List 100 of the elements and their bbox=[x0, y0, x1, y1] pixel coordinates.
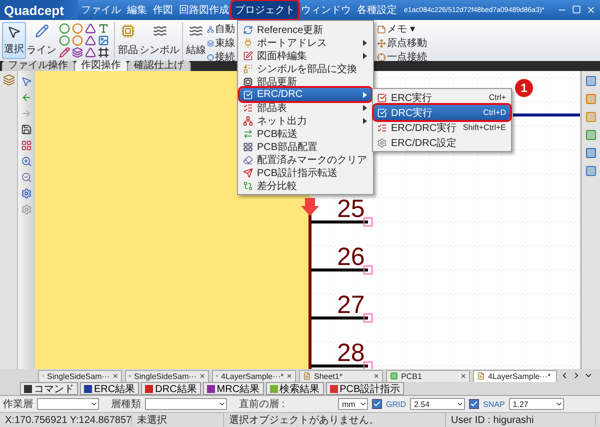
tool-button[interactable]: 選択 bbox=[2, 22, 26, 59]
ribbon-tab[interactable]: 作図操作 bbox=[75, 61, 128, 71]
document-tab[interactable]: 4LayerSample···* × bbox=[212, 370, 296, 382]
tool-button[interactable]: 自動 bbox=[207, 22, 235, 36]
document-tab[interactable]: SingleSideSam··· × bbox=[125, 370, 209, 382]
layers-icon bbox=[207, 40, 214, 46]
field-label: 作業層 bbox=[3, 398, 33, 411]
maximize-icon[interactable] bbox=[572, 5, 581, 14]
zoom-out-icon[interactable] bbox=[21, 172, 32, 183]
menu-item[interactable]: Reference更新 bbox=[240, 23, 371, 36]
caret-icon bbox=[90, 400, 98, 408]
grid-icon[interactable] bbox=[21, 140, 32, 151]
tool-button[interactable]: シンボル bbox=[139, 22, 180, 59]
triangle-icon[interactable] bbox=[85, 22, 96, 34]
menu-item[interactable]: 部品表 bbox=[240, 101, 371, 114]
menu-item[interactable]: ERC実行 Ctrl+ bbox=[374, 90, 510, 105]
layer-dropdown[interactable] bbox=[37, 398, 99, 410]
scroll-left-icon[interactable] bbox=[560, 371, 569, 380]
refresh-icon bbox=[243, 24, 253, 34]
triangle-icon[interactable] bbox=[85, 46, 96, 58]
layer-type-dropdown[interactable] bbox=[145, 398, 227, 410]
settings-icon[interactable] bbox=[21, 204, 32, 215]
pin-line bbox=[311, 266, 372, 274]
pencil-icon[interactable] bbox=[59, 46, 70, 58]
panel-icon[interactable] bbox=[585, 93, 597, 105]
menu-item[interactable]: ERC/DRC bbox=[240, 88, 371, 101]
circle-icon[interactable] bbox=[59, 22, 70, 34]
zoom-in-icon[interactable] bbox=[21, 156, 32, 167]
document-tab[interactable]: Sheet1* × bbox=[299, 370, 383, 382]
document-tab[interactable]: SingleSideSam··· × bbox=[38, 370, 122, 382]
menu-item[interactable]: 差分比較 bbox=[240, 179, 371, 192]
menu-item[interactable]: ウィンドウ bbox=[298, 1, 354, 19]
menu-item[interactable]: PCB転送 bbox=[240, 127, 371, 140]
menu-item[interactable]: 編集 bbox=[124, 1, 150, 19]
menu-item[interactable]: 回路図作成 bbox=[176, 1, 232, 19]
menu-item[interactable]: ポートアドレス bbox=[240, 36, 371, 49]
circle-icon[interactable] bbox=[72, 34, 83, 46]
grid-dropdown[interactable]: 2.54 bbox=[410, 398, 465, 410]
back-arrow-icon[interactable] bbox=[21, 92, 32, 103]
menu-item[interactable]: プロジェクト bbox=[232, 1, 298, 19]
menu-item[interactable]: 配置済みマークのクリア bbox=[240, 153, 371, 166]
settings-icon[interactable] bbox=[21, 188, 32, 199]
tool-button[interactable]: 束線 bbox=[207, 36, 235, 50]
result-tab[interactable]: 検索結果 bbox=[266, 382, 324, 395]
menu-item[interactable]: ファイル bbox=[78, 1, 124, 19]
menu-item[interactable]: 作図 bbox=[150, 1, 176, 19]
result-tab[interactable]: MRC結果 bbox=[202, 382, 264, 395]
frame-icon[interactable] bbox=[98, 46, 109, 58]
menu-item[interactable]: DRC実行 Ctrl+D bbox=[374, 105, 510, 120]
close-button[interactable]: × bbox=[286, 371, 292, 381]
tool-button[interactable]: 原点移動 bbox=[377, 36, 427, 50]
tool-button[interactable]: 一点接続 bbox=[377, 50, 427, 64]
result-tab[interactable]: ERC結果 bbox=[80, 382, 140, 395]
grid-icon bbox=[243, 142, 253, 152]
menu-item[interactable]: ネット出力 bbox=[240, 114, 371, 127]
unit-dropdown[interactable]: mm bbox=[338, 398, 368, 410]
panel-icon[interactable] bbox=[585, 129, 597, 141]
menu-item[interactable]: ERC/DRC設定 bbox=[374, 135, 510, 150]
document-tab[interactable]: PCB1 × bbox=[386, 370, 470, 382]
tool-button[interactable]: メモ ▾ bbox=[377, 22, 427, 36]
transfer-icon bbox=[243, 128, 253, 138]
close-button[interactable]: × bbox=[200, 371, 205, 381]
layers-icon[interactable] bbox=[72, 46, 83, 58]
circle-icon[interactable] bbox=[72, 22, 83, 34]
menu-item[interactable]: ERC/DRC実行 Shift+Ctrl+E bbox=[374, 120, 510, 135]
ribbon-tab[interactable]: 確認仕上げ bbox=[128, 61, 191, 71]
tool-button[interactable]: 接続 bbox=[207, 50, 235, 64]
menu-item[interactable]: PCB設計指示転送 bbox=[240, 166, 371, 179]
menu-item[interactable]: PCB部品配置 bbox=[240, 140, 371, 153]
result-tab[interactable]: コマンド bbox=[20, 382, 78, 395]
tool-button[interactable]: 部品 bbox=[117, 22, 139, 59]
result-tab[interactable]: DRC結果 bbox=[141, 382, 201, 395]
triangle-icon[interactable] bbox=[85, 34, 96, 46]
scroll-right-icon[interactable] bbox=[572, 371, 581, 380]
save-icon[interactable] bbox=[21, 124, 32, 135]
tool-button[interactable]: ライン bbox=[26, 22, 57, 59]
pointer-icon[interactable] bbox=[21, 76, 32, 87]
close-button[interactable]: × bbox=[374, 371, 379, 381]
text-icon[interactable] bbox=[98, 22, 109, 34]
result-tab[interactable]: PCB設計指示 bbox=[326, 382, 404, 395]
panel-icon[interactable] bbox=[585, 165, 597, 177]
menu-item[interactable]: 各種設定 bbox=[354, 1, 400, 19]
dropdown-icon[interactable] bbox=[584, 371, 593, 380]
panel-icon[interactable] bbox=[585, 147, 597, 159]
document-tab[interactable]: 4LayerSample···* bbox=[473, 370, 557, 382]
chip-icon bbox=[121, 24, 135, 38]
tool-button[interactable]: 結線 bbox=[185, 22, 207, 59]
image-icon[interactable] bbox=[98, 34, 109, 46]
menu-item[interactable]: 図面枠編集 bbox=[240, 49, 371, 62]
close-button[interactable]: × bbox=[112, 371, 118, 381]
menu-item[interactable]: 部品更新 bbox=[240, 75, 371, 88]
panel-icon[interactable] bbox=[585, 75, 597, 87]
snap-checkbox[interactable] bbox=[469, 399, 479, 409]
snap-dropdown[interactable]: 1.27 bbox=[508, 398, 564, 410]
grid-checkbox[interactable] bbox=[372, 399, 382, 409]
close-button[interactable]: × bbox=[460, 371, 466, 381]
layers-icon[interactable] bbox=[2, 74, 14, 86]
circle-icon[interactable] bbox=[59, 34, 70, 46]
ribbon-tab[interactable]: ファイル操作 bbox=[2, 61, 75, 71]
close-icon[interactable] bbox=[586, 5, 596, 15]
